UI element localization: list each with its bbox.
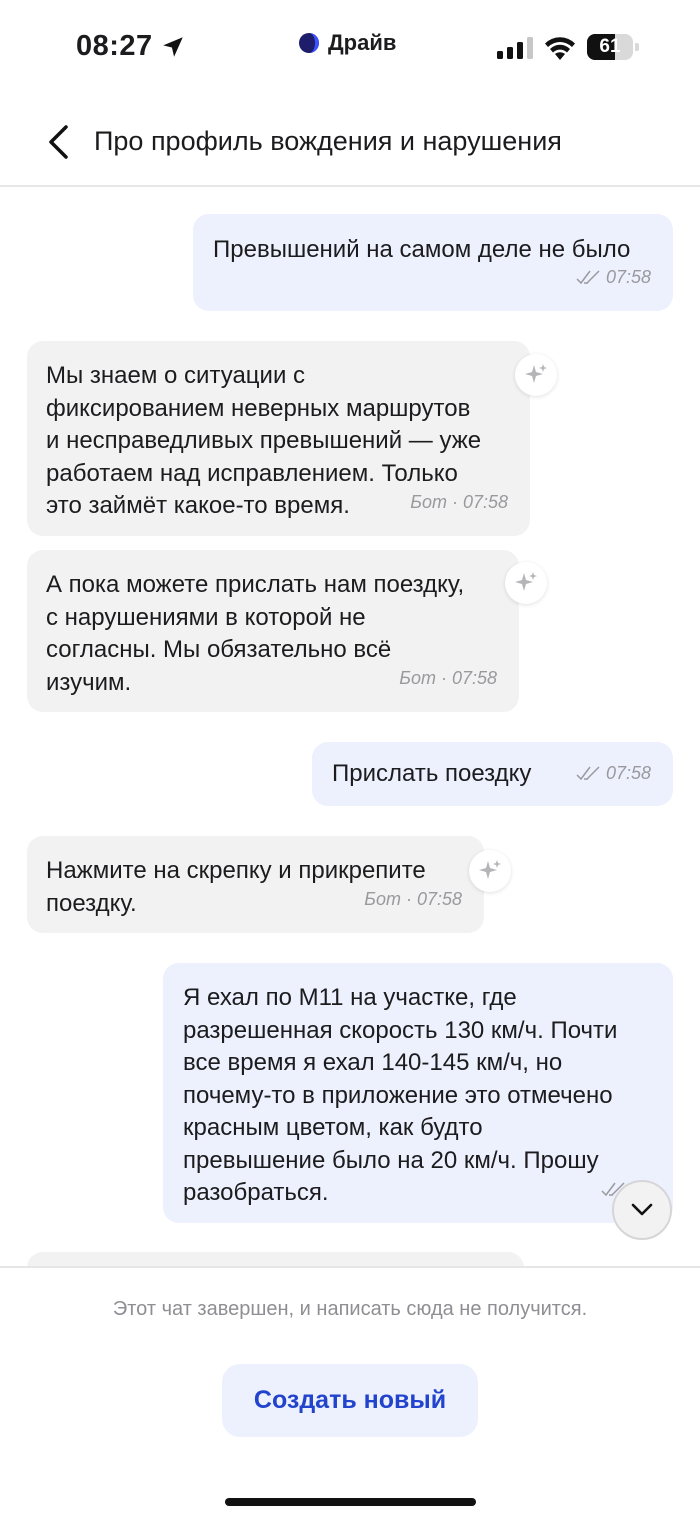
sparkle-icon xyxy=(469,850,511,892)
chat-closed-note: Этот чат завершен, и написать сюда не по… xyxy=(112,1298,588,1320)
status-app: Драйв xyxy=(298,30,396,56)
sparkle-icon xyxy=(515,354,557,396)
message-text: Я ехал по М11 на участке, где разрешенна… xyxy=(183,984,618,1206)
status-app-name: Драйв xyxy=(328,30,397,55)
back-button[interactable] xyxy=(36,120,80,164)
status-time: 08:27 xyxy=(76,30,153,62)
scroll-down-button[interactable] xyxy=(612,1180,672,1240)
wifi-icon xyxy=(545,37,575,60)
user-message: Прислать поездку 07:58 xyxy=(312,742,673,806)
message-meta: 07:58 xyxy=(576,261,651,294)
status-bar: 08:27 Драйв 61 xyxy=(0,0,700,95)
battery-icon: 61 xyxy=(587,34,639,60)
chat-footer: Этот чат завершен, и написать сюда не по… xyxy=(0,1266,700,1517)
user-message: Превышений на самом деле не было 07:58 xyxy=(193,214,673,311)
app-logo-icon xyxy=(299,33,319,53)
message-time: 07:58 xyxy=(605,762,651,783)
double-check-icon xyxy=(576,766,600,780)
home-indicator[interactable] xyxy=(225,1498,476,1506)
location-arrow-icon xyxy=(163,37,183,57)
create-new-button[interactable]: Создать новый xyxy=(222,1364,478,1437)
bot-message: Мы знаем о ситуации с фиксированием неве… xyxy=(27,341,530,536)
message-meta: Бот · 07:58 xyxy=(399,667,497,688)
chevron-left-icon xyxy=(49,125,68,159)
message-time: 07:58 xyxy=(605,266,651,287)
chat-header: Про профиль вождения и нарушения xyxy=(0,96,700,187)
battery-level: 61 xyxy=(599,36,621,57)
message-meta: Бот · 07:58 xyxy=(410,491,508,512)
message-meta: 07:58 xyxy=(576,757,651,790)
bot-message: Нажмите на скрепку и прикрепите поездку.… xyxy=(27,836,484,933)
bot-message: А пока можете прислать нам поездку, с на… xyxy=(27,550,519,712)
message-meta: Бот · 07:58 xyxy=(364,888,462,909)
chevron-down-icon xyxy=(631,1203,653,1216)
sparkle-icon xyxy=(505,562,547,604)
page-title: Про профиль вождения и нарушения xyxy=(94,126,562,156)
user-message: Я ехал по М11 на участке, где разрешенна… xyxy=(163,963,673,1223)
double-check-icon xyxy=(576,270,600,284)
chat-feed[interactable]: Превышений на самом деле не было 07:58 М… xyxy=(0,190,700,1266)
bot-message-partial xyxy=(27,1252,524,1266)
signal-icon xyxy=(497,37,533,59)
